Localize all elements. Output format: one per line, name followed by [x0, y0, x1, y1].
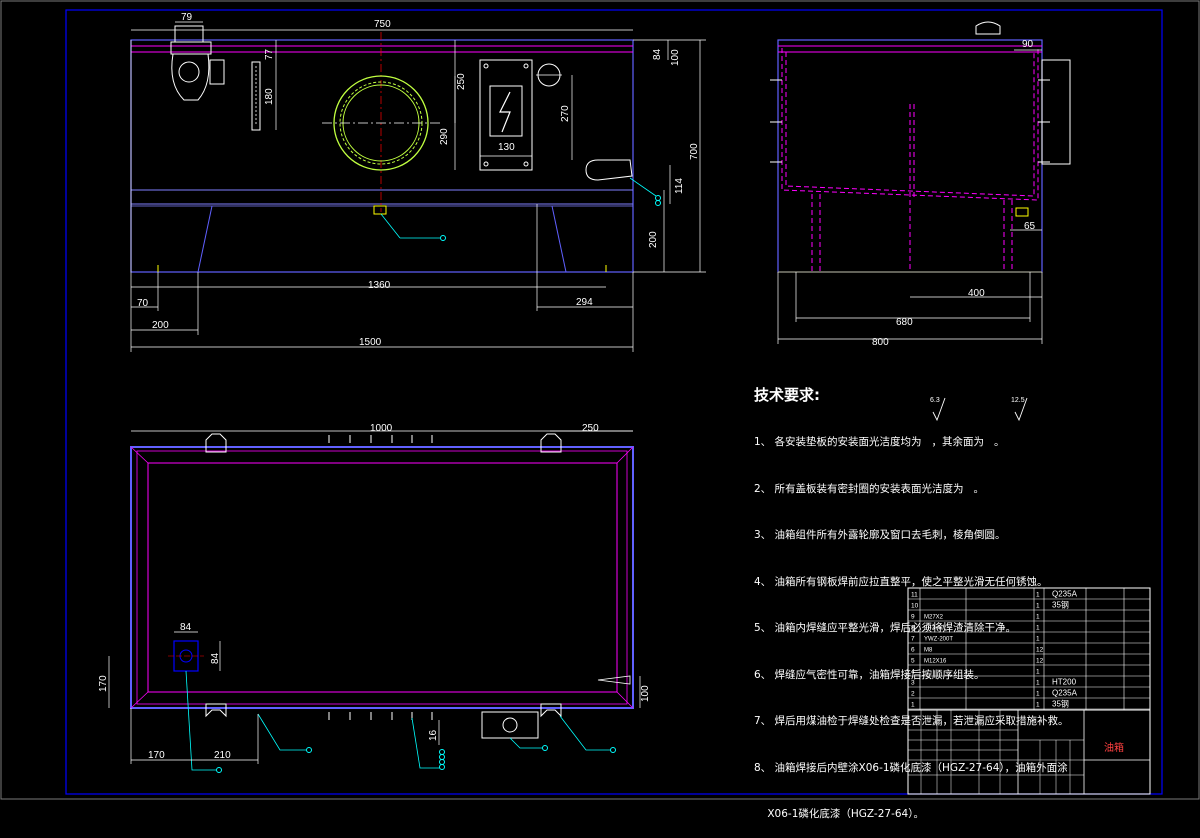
dim-210: 210 [214, 750, 231, 761]
front-view [130, 25, 661, 273]
dim-1000: 1000 [370, 423, 393, 434]
filler-pump-icon [171, 53, 210, 101]
drawing-title: 油箱 [1104, 741, 1124, 754]
dim-270: 270 [560, 105, 571, 122]
dim-65: 65 [1024, 221, 1036, 232]
item-balloon [440, 235, 446, 241]
tech-item: 6、 焊缝应气密性可靠，油箱焊接后按顺序组装。 [754, 668, 985, 681]
tech-item: 2、 所有盖板装有密封圈的安装表面光洁度为 。 [754, 482, 985, 495]
dim-180: 180 [264, 88, 275, 105]
dim-77: 77 [264, 48, 275, 60]
plan-view [130, 433, 634, 773]
dim-250: 250 [456, 73, 467, 90]
tech-requirements-list: 1、 各安装垫板的安装面光洁度均为 ，其余面为 。 2、 所有盖板装有密封圈的安… [754, 404, 1069, 838]
dim-100: 100 [670, 49, 681, 66]
side-dimension-texts: 90 65 400 680 800 [872, 39, 1036, 348]
tech-item: 1、 各安装垫板的安装面光洁度均为 ，其余面为 。 [754, 436, 1005, 448]
lightning-icon [499, 91, 511, 133]
dim-170-h: 170 [148, 750, 165, 761]
dim-84-v: 84 [210, 652, 221, 664]
side-electric-box [1041, 59, 1071, 165]
dim-700: 700 [689, 143, 700, 160]
plan-outer [130, 446, 634, 709]
tech-item: 7、 焊后用煤油检于焊缝处检查是否泄漏，若泄漏应采取措施补救。 [754, 715, 1069, 727]
tech-item: 3、 油箱组件所有外露轮廓及窗口去毛刺，棱角倒圆。 [754, 529, 1006, 541]
dim-100-plan: 100 [640, 685, 651, 702]
dim-250-plan: 250 [582, 423, 599, 434]
tech-item: X06-1磷化底漆（HGZ-27-64）。 [754, 808, 924, 820]
tech-item: 8、 油箱焊接后内壁涂X06-1磷化底漆（HGZ-27-64），油箱外面涂 [754, 761, 1068, 774]
tech-requirements-title: 技术要求: [754, 386, 820, 404]
dim-16: 16 [428, 729, 439, 741]
electrical-box [479, 59, 533, 171]
dim-170-v: 170 [98, 675, 109, 692]
bottom-flange [481, 711, 539, 739]
plan-balloons [216, 745, 616, 773]
thermometer-icon [585, 159, 633, 181]
plan-dimension-texts: 1000 250 84 84 170 100 170 210 16 [98, 423, 651, 761]
dim-750: 750 [374, 19, 391, 30]
side-view [770, 21, 1071, 273]
front-dimension-lines [130, 21, 706, 352]
tech-item: 5、 油箱内焊缝应平整光滑，焊后必须将焊渣清除干净。 [754, 622, 1017, 634]
dim-84: 84 [652, 48, 663, 60]
front-dimension-texts: 79 750 84 100 77 250 180 290 270 130 700… [137, 12, 700, 348]
dim-70: 70 [137, 298, 149, 309]
dim-1360: 1360 [368, 280, 391, 291]
dim-290: 290 [439, 128, 450, 145]
dim-1500: 1500 [359, 337, 382, 348]
dim-114: 114 [674, 178, 685, 194]
dim-130: 130 [498, 142, 515, 153]
dim-90: 90 [1022, 39, 1034, 50]
tech-item: 4、 油箱所有钢板焊前应拉直整平，使之平整光滑无任何锈蚀。 [754, 575, 1048, 588]
dim-84-h: 84 [180, 622, 192, 633]
side-breather-icon [975, 21, 1001, 35]
dim-294: 294 [576, 297, 593, 308]
hoist-lugs [205, 433, 562, 718]
dim-800: 800 [872, 337, 889, 348]
dim-200: 200 [152, 320, 169, 331]
drain-plug-icon [373, 205, 387, 215]
dim-200-v: 200 [648, 231, 659, 248]
dim-400: 400 [968, 288, 985, 299]
dim-680: 680 [896, 317, 913, 328]
dim-79: 79 [181, 12, 193, 23]
